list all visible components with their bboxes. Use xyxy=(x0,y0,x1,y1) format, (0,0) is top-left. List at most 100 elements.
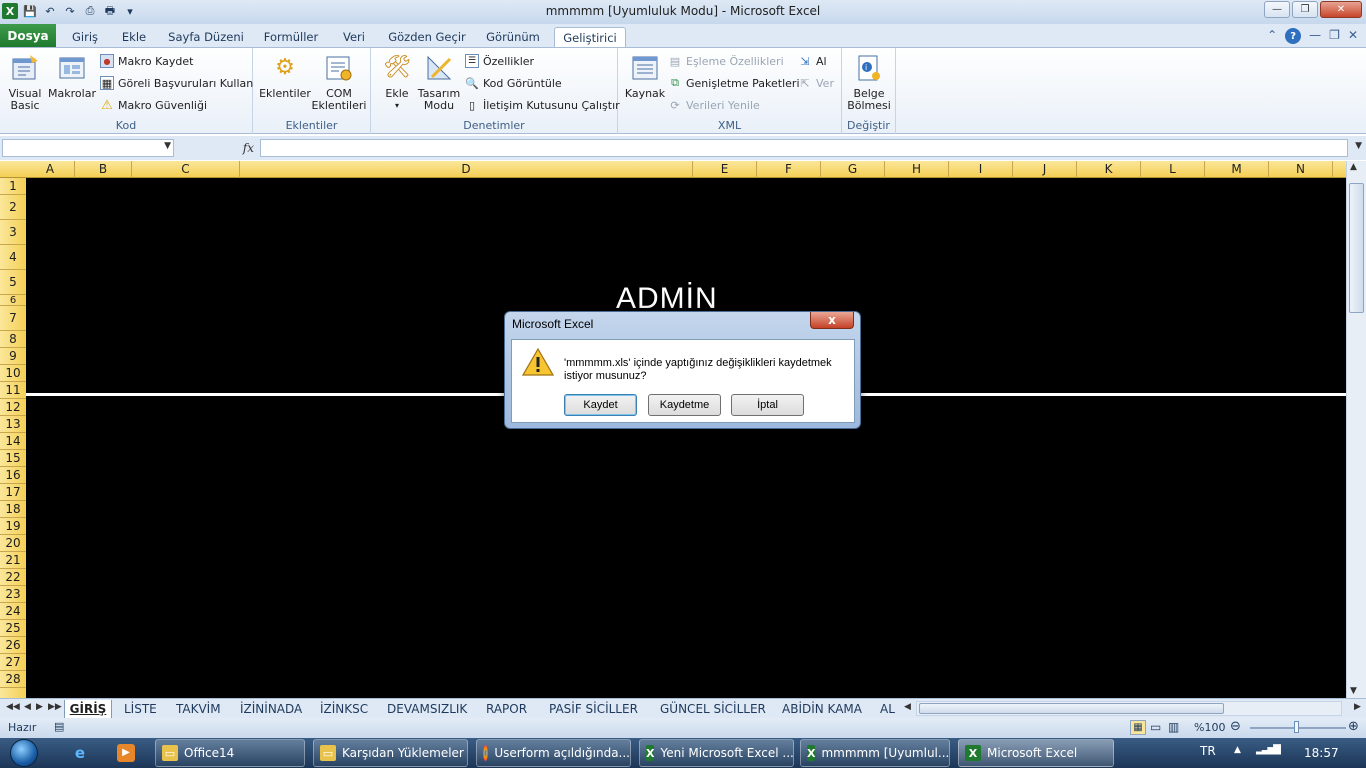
column-header[interactable]: G xyxy=(821,161,885,178)
taskbar-item-downloads[interactable]: ▭ Karşıdan Yüklemeler xyxy=(313,739,468,767)
help-icon[interactable]: ? xyxy=(1285,28,1302,44)
sheet-tab-devamsizlik[interactable]: DEVAMSIZLIK xyxy=(387,700,467,718)
row-header[interactable]: 12 xyxy=(0,399,26,416)
column-header[interactable]: A xyxy=(26,161,75,178)
tab-ekle[interactable]: Ekle xyxy=(114,27,154,48)
belge-bolmesi-button[interactable]: i Belge Bölmesi xyxy=(846,52,892,112)
scroll-down-arrow-icon[interactable]: ▼ xyxy=(1350,686,1357,696)
tasarim-modu-button[interactable]: Tasarım Modu xyxy=(417,52,461,112)
row-header[interactable]: 10 xyxy=(0,365,26,382)
page-break-view-icon[interactable]: ▥ xyxy=(1168,720,1179,734)
genisletme-paketleri-button[interactable]: ⧉ Genişletme Paketleri xyxy=(668,74,799,92)
row-header[interactable]: 18 xyxy=(0,501,26,518)
verileri-yenile-button[interactable]: ⟳ Verileri Yenile xyxy=(668,96,759,114)
dialog-close-button[interactable]: x xyxy=(810,312,854,329)
eklentiler-button[interactable]: ⚙ Eklentiler xyxy=(257,52,313,100)
sheet-tab-pasif-siciller[interactable]: PASİF SİCİLLER xyxy=(549,700,638,718)
makrolar-button[interactable]: Makrolar xyxy=(48,52,96,100)
expand-formula-bar-icon[interactable]: ▼ xyxy=(1355,141,1362,151)
horizontal-scrollbar[interactable] xyxy=(916,701,1342,716)
ribbon-collapse-icon[interactable]: ⌃ xyxy=(1267,28,1277,44)
workbook-minimize-icon[interactable]: — xyxy=(1309,28,1321,44)
kod-goruntule-button[interactable]: 🔍 Kod Görüntüle xyxy=(465,74,562,92)
workbook-close-icon[interactable]: ✕ xyxy=(1348,28,1358,44)
sheet-tab-takvim[interactable]: TAKVİM xyxy=(176,700,221,718)
ekle-control-button[interactable]: 🛠 Ekle ▾ xyxy=(377,52,417,112)
row-header[interactable]: 8 xyxy=(0,331,26,348)
minimize-button[interactable]: — xyxy=(1264,1,1290,18)
tab-gorunum[interactable]: Görünüm xyxy=(480,27,546,48)
row-header[interactable]: 3 xyxy=(0,220,26,245)
ver-button[interactable]: ⇱ Ver xyxy=(798,74,834,92)
al-button[interactable]: ⇲ Al xyxy=(798,52,826,70)
column-header[interactable]: N xyxy=(1269,161,1333,178)
row-header[interactable]: 19 xyxy=(0,518,26,535)
esleme-ozellikleri-button[interactable]: ▤ Eşleme Özellikleri xyxy=(668,52,784,70)
row-header[interactable]: 20 xyxy=(0,535,26,552)
first-sheet-arrow-icon[interactable]: ◀◀ xyxy=(6,702,20,712)
worksheet-area[interactable]: ADMİN xyxy=(26,178,1346,698)
clock[interactable]: 18:57 xyxy=(1304,746,1339,760)
row-header[interactable]: 13 xyxy=(0,416,26,433)
visual-basic-button[interactable]: Visual Basic xyxy=(4,52,46,112)
language-indicator[interactable]: TR xyxy=(1200,744,1216,758)
column-header[interactable]: F xyxy=(757,161,821,178)
taskbar-item-excel-active[interactable]: X Microsoft Excel xyxy=(958,739,1114,767)
taskbar-item-office14[interactable]: ▭ Office14 xyxy=(155,739,305,767)
column-header[interactable]: J xyxy=(1013,161,1077,178)
zoom-level[interactable]: %100 xyxy=(1194,721,1225,734)
show-hidden-icons-icon[interactable]: ▲ xyxy=(1234,745,1241,755)
row-header[interactable]: 2 xyxy=(0,195,26,220)
row-header[interactable]: 7 xyxy=(0,306,26,331)
iletisim-kutusu-button[interactable]: ▯ İletişim Kutusunu Çalıştır xyxy=(465,96,620,114)
zoom-out-icon[interactable]: ⊖ xyxy=(1230,719,1241,734)
row-header[interactable]: 23 xyxy=(0,586,26,603)
ozellikler-button[interactable]: ☰ Özellikler xyxy=(465,52,534,70)
scroll-up-arrow-icon[interactable]: ▲ xyxy=(1350,162,1357,172)
row-header[interactable]: 14 xyxy=(0,433,26,450)
vertical-scrollbar[interactable]: ▲ ▼ xyxy=(1346,161,1366,698)
row-header[interactable]: 1 xyxy=(0,178,26,195)
prev-sheet-arrow-icon[interactable]: ◀ xyxy=(24,702,31,712)
name-box-dropdown-icon[interactable]: ▼ xyxy=(164,141,171,151)
workbook-restore-icon[interactable]: ❐ xyxy=(1329,28,1340,44)
row-header[interactable]: 24 xyxy=(0,603,26,620)
taskbar-item-excel-new[interactable]: X Yeni Microsoft Excel ... xyxy=(639,739,794,767)
row-header[interactable]: 21 xyxy=(0,552,26,569)
row-header[interactable]: 11 xyxy=(0,382,26,399)
sheet-tab-izininada[interactable]: İZİNİNADA xyxy=(240,700,302,718)
sheet-tab-giris[interactable]: GİRİŞ xyxy=(64,700,112,718)
column-header[interactable]: E xyxy=(693,161,757,178)
name-box[interactable]: ▼ xyxy=(2,139,174,157)
kaydet-button[interactable]: Kaydet xyxy=(564,394,637,416)
row-header[interactable]: 26 xyxy=(0,637,26,654)
maximize-button[interactable]: ❐ xyxy=(1292,1,1318,18)
network-signal-icon[interactable]: ▂▃▅▇ xyxy=(1256,744,1281,755)
row-header[interactable]: 28 xyxy=(0,671,26,688)
kaydetme-button[interactable]: Kaydetme xyxy=(648,394,721,416)
sheet-tab-izinksc[interactable]: İZİNKSC xyxy=(320,700,368,718)
zoom-slider-thumb[interactable] xyxy=(1294,721,1299,733)
row-header[interactable]: 6 xyxy=(0,295,26,306)
kaynak-button[interactable]: Kaynak xyxy=(622,52,668,100)
makro-guvenligi-button[interactable]: ⚠ Makro Güvenliği xyxy=(100,96,207,114)
close-button[interactable]: ✕ xyxy=(1320,1,1362,18)
macro-record-status-icon[interactable]: ▤ xyxy=(54,720,64,733)
formula-input[interactable] xyxy=(260,139,1348,157)
next-sheet-arrow-icon[interactable]: ▶ xyxy=(36,702,43,712)
column-header[interactable]: B xyxy=(75,161,132,178)
vertical-scroll-thumb[interactable] xyxy=(1349,183,1364,313)
sheet-tab-abidin-kama[interactable]: ABİDİN KAMA xyxy=(782,700,862,718)
hscroll-right-arrow-icon[interactable]: ▶ xyxy=(1354,702,1361,712)
column-header[interactable]: M xyxy=(1205,161,1269,178)
row-header[interactable]: 16 xyxy=(0,467,26,484)
media-player-icon[interactable]: ▶ xyxy=(112,741,140,765)
row-header[interactable]: 22 xyxy=(0,569,26,586)
tab-giris[interactable]: Giriş xyxy=(64,27,106,48)
row-header[interactable]: 5 xyxy=(0,270,26,295)
iptal-button[interactable]: İptal xyxy=(731,394,804,416)
column-header[interactable]: D xyxy=(240,161,693,178)
page-layout-view-icon[interactable]: ▭ xyxy=(1150,720,1161,734)
internet-explorer-icon[interactable]: e xyxy=(66,741,94,765)
start-button[interactable] xyxy=(4,738,44,768)
